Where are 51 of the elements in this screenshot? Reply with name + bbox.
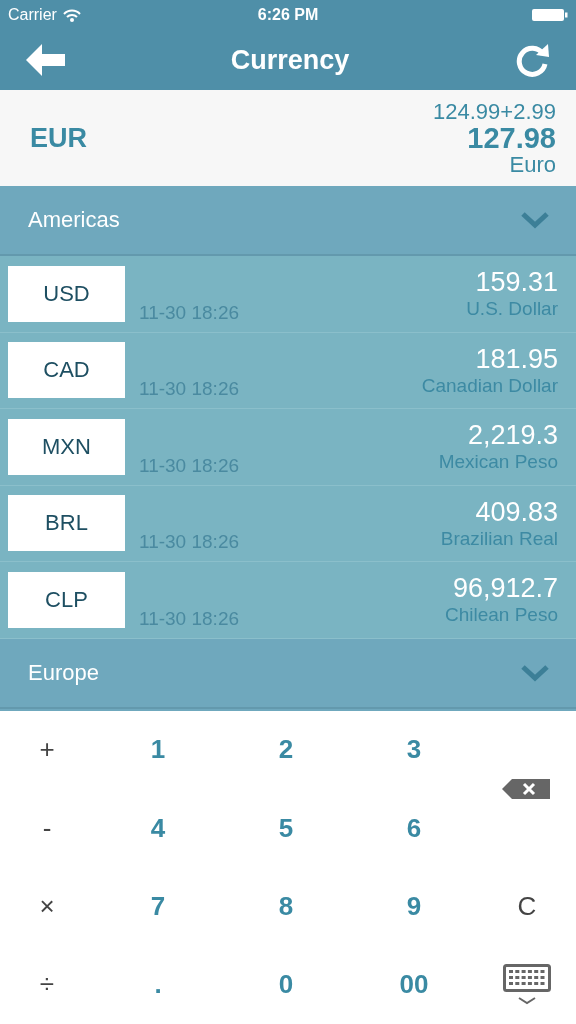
converted-value: 409.83 <box>475 496 558 528</box>
chevron-down-icon <box>520 211 550 229</box>
converted-value: 96,912.7 <box>452 573 558 605</box>
digit-key[interactable]: 2 <box>222 710 350 789</box>
wifi-icon <box>62 8 81 22</box>
operator-key[interactable]: - <box>0 788 94 868</box>
digit-key[interactable]: . <box>94 945 222 1024</box>
battery-icon <box>532 8 568 22</box>
section-title: Europe <box>28 659 99 686</box>
currency-code-button[interactable]: MXN <box>8 418 125 475</box>
status-time: 6:26 PM <box>257 6 319 24</box>
currency-name: Chilean Peso <box>444 604 558 627</box>
refresh-button[interactable] <box>514 42 550 78</box>
digit-key[interactable]: 9 <box>350 867 478 946</box>
digit-key[interactable]: 4 <box>94 788 222 868</box>
digit-key[interactable]: 7 <box>94 867 222 946</box>
expression-text: 124.99+2.99 <box>433 99 556 123</box>
digit-key[interactable]: 3 <box>350 710 478 789</box>
carrier-label: Carrier <box>8 6 57 24</box>
backspace-icon <box>502 778 552 799</box>
base-amount: 127.98 <box>467 122 556 154</box>
currency-name: Canadian Dollar <box>421 374 558 397</box>
currency-name: Brazilian Real <box>440 527 558 550</box>
converted-value: 159.31 <box>475 267 558 299</box>
digit-key[interactable]: 6 <box>350 788 478 868</box>
base-currency-code: EUR <box>30 122 87 154</box>
digit-key[interactable]: 5 <box>222 788 350 868</box>
converted-value: 181.95 <box>475 343 558 375</box>
section-title: Americas <box>28 207 120 233</box>
currency-code-button[interactable]: BRL <box>8 495 125 552</box>
currency-name: Mexican Peso <box>438 451 558 474</box>
operator-key[interactable]: + <box>0 710 94 789</box>
keyboard-icon <box>503 963 551 1006</box>
digit-key[interactable]: 00 <box>350 945 478 1024</box>
nav-title: Currency <box>230 44 350 76</box>
clear-key[interactable]: C <box>478 867 576 946</box>
base-currency-name: Euro <box>509 153 556 177</box>
digit-key[interactable]: 1 <box>94 710 222 789</box>
chevron-down-icon <box>520 663 550 682</box>
digit-key[interactable]: 0 <box>222 945 350 1024</box>
operator-key[interactable]: × <box>0 867 94 946</box>
currency-code-button[interactable]: USD <box>8 265 125 322</box>
converted-value: 2,219.3 <box>467 420 558 452</box>
digit-key[interactable]: 8 <box>222 867 350 946</box>
currency-code-button[interactable]: CAD <box>8 342 125 399</box>
currency-code-button[interactable]: CLP <box>8 571 125 628</box>
currency-name: U.S. Dollar <box>466 298 558 321</box>
back-button[interactable] <box>26 44 66 76</box>
refresh-icon <box>514 42 550 78</box>
back-arrow-icon <box>26 44 66 76</box>
operator-key[interactable]: ÷ <box>0 945 94 1024</box>
